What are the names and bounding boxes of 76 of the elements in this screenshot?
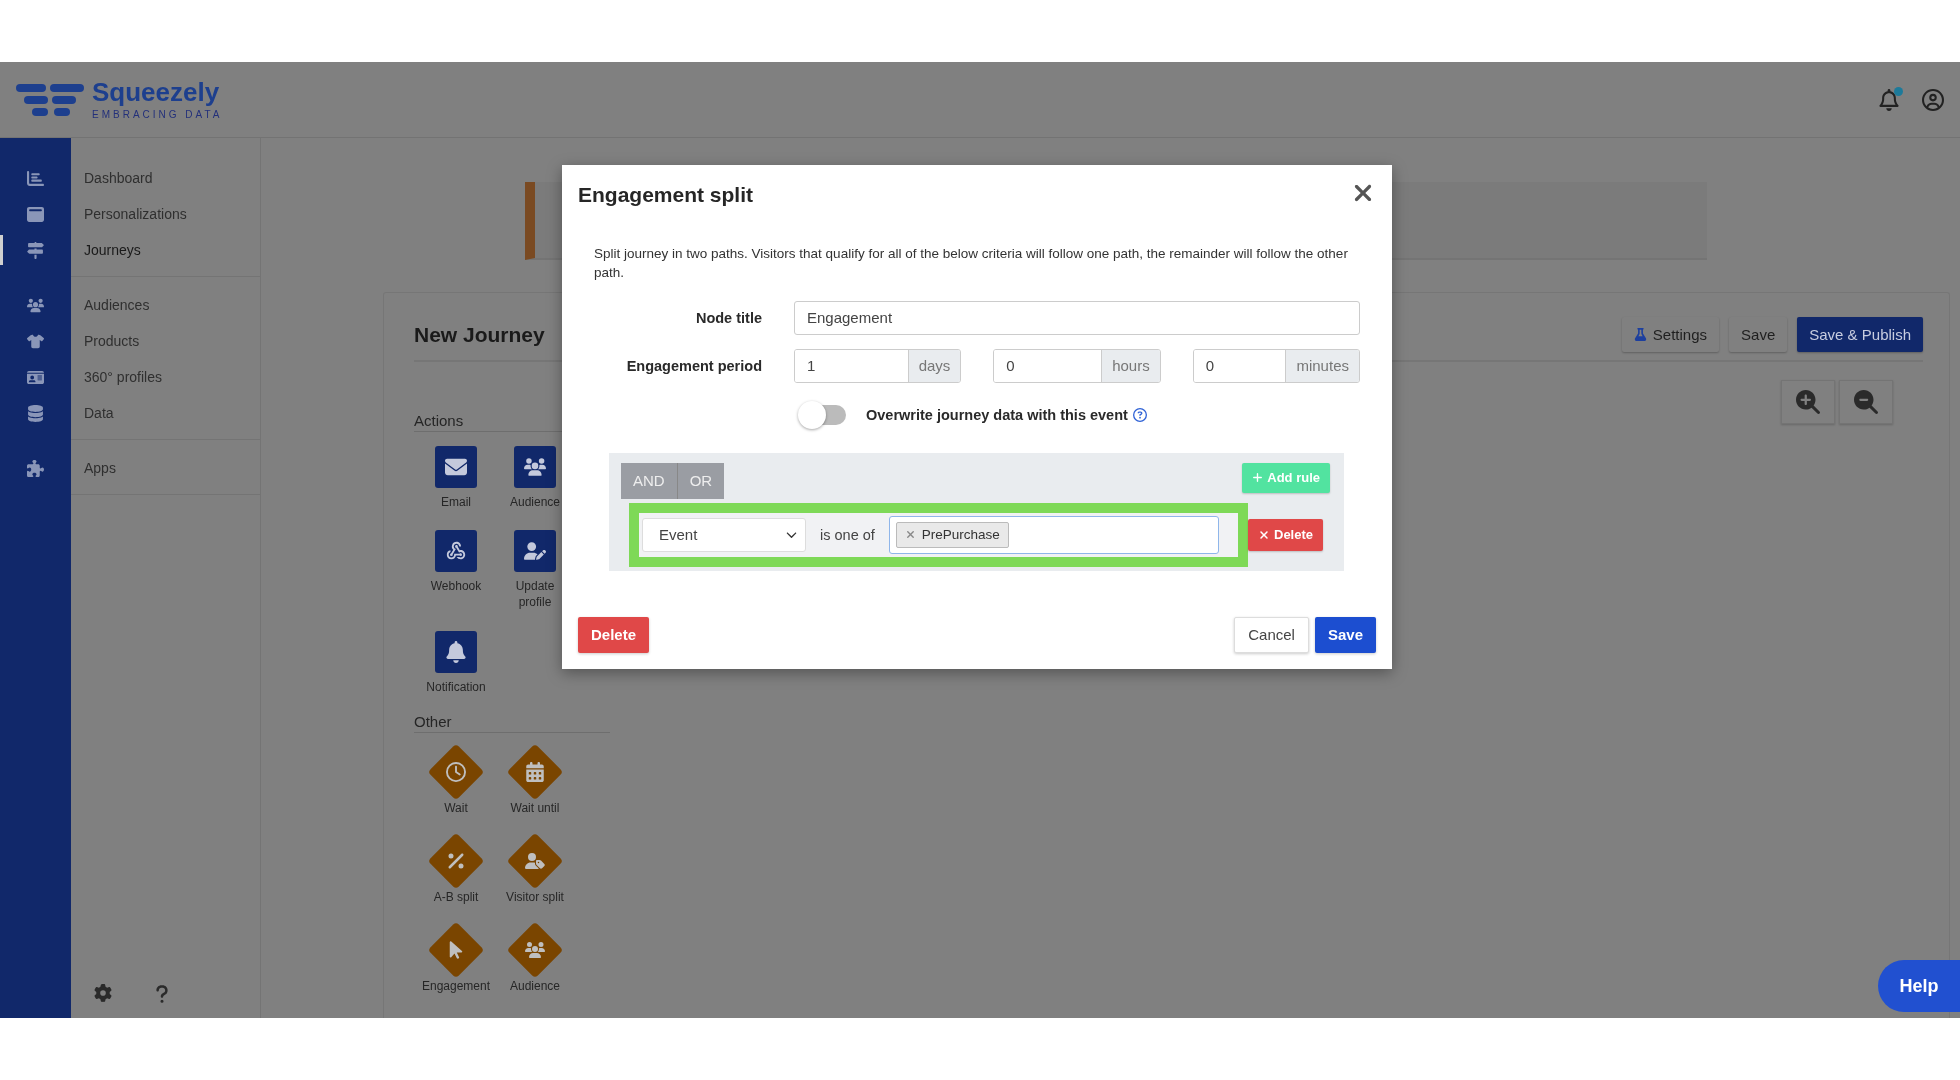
notification-bell-icon[interactable] [1878, 88, 1900, 111]
sidebar-item[interactable]: 360° profiles [71, 359, 260, 395]
delete-rule-button[interactable]: Delete [1248, 518, 1324, 551]
signs-icon[interactable] [27, 241, 44, 259]
field-label: Engagement period [625, 357, 762, 374]
database-icon[interactable] [27, 404, 44, 422]
chevron-down-icon [786, 529, 797, 541]
tile-label: Visitor split [506, 888, 564, 906]
zoom-out-icon [1854, 390, 1878, 414]
unit-label: minutes [1285, 349, 1359, 382]
user-account-icon[interactable] [1922, 88, 1944, 111]
sidebar-item[interactable]: Audiences [71, 287, 260, 323]
delete-button[interactable]: Delete [578, 616, 650, 653]
sidebar-item[interactable]: Products [71, 323, 260, 359]
page-title: New Journey [414, 322, 545, 347]
period-field[interactable]: 0 hours [993, 348, 1161, 383]
tag-chip[interactable]: PrePurchase [895, 521, 1009, 548]
field-select[interactable]: Event [642, 517, 806, 552]
dialog-description: Split journey in two paths. Visitors that qualify for all of the below criteria will follow one path, the remainder will follow the other path. [594, 245, 1349, 282]
close-icon [1258, 528, 1270, 541]
logo-icon [16, 81, 86, 118]
publish-button[interactable]: Save & Publish [1797, 317, 1923, 352]
window-icon[interactable] [27, 205, 44, 223]
zoom-out-button[interactable] [1839, 380, 1893, 424]
tile-label: Audience [509, 494, 560, 511]
dialog-title: Engagement split [578, 183, 754, 207]
tile-label: Email [441, 494, 471, 511]
toggle-label: Overwrite journey data with this event [866, 406, 1128, 423]
tile-label: Webhook [430, 578, 482, 595]
remove-icon[interactable] [904, 529, 916, 541]
help-button[interactable]: Help [1878, 960, 1960, 1012]
sidebar-item[interactable]: Apps [71, 450, 260, 486]
sidebar-item[interactable]: Personalizations [71, 196, 260, 232]
bell-tile-icon[interactable] [435, 630, 477, 673]
tile-label: Wait [444, 799, 468, 816]
settings-icon[interactable] [94, 984, 112, 1002]
email-tile-icon[interactable] [435, 446, 477, 488]
tile-label: Audience [509, 978, 560, 995]
operator-button[interactable]: AND [621, 462, 678, 499]
tile-label: Wait until [510, 799, 560, 816]
flask-icon [1633, 328, 1647, 341]
unit-label: hours [1101, 349, 1160, 382]
plus-icon [1252, 472, 1264, 484]
node-title-input[interactable]: Engagement [794, 300, 1360, 335]
zoom-in-button[interactable] [1781, 380, 1835, 424]
webhook-tile-icon[interactable] [435, 530, 477, 573]
operator-button[interactable]: OR [677, 462, 725, 499]
idcard-icon[interactable] [27, 368, 44, 386]
unit-label: days [907, 349, 961, 382]
help-icon[interactable] [1132, 407, 1147, 422]
tile-label: A-B split [433, 888, 479, 906]
useredit-tile-icon[interactable] [514, 530, 556, 573]
save-button[interactable]: Save [1314, 616, 1376, 653]
palette-heading: Other [414, 712, 610, 733]
users-icon[interactable] [27, 296, 44, 314]
puzzle-icon[interactable] [27, 459, 44, 477]
cancel-button[interactable]: Cancel [1234, 616, 1309, 653]
logo-tagline: EMBRACING DATA [92, 109, 223, 120]
chart-icon[interactable] [27, 169, 44, 187]
users-tile-icon[interactable] [514, 446, 556, 488]
rule-operator: is one of [820, 526, 875, 543]
sidebar-item[interactable]: Dashboard [71, 160, 260, 196]
logo-name: Squeezely [92, 79, 221, 105]
field-label: Node title [694, 309, 762, 326]
period-field[interactable]: 1 days [794, 348, 962, 383]
sidebar-item[interactable]: Journeys [71, 232, 260, 268]
zoom-in-icon [1796, 390, 1820, 414]
period-field[interactable]: 0 minutes [1192, 348, 1360, 383]
tile-label: Notification [426, 678, 486, 695]
shirt-icon[interactable] [27, 332, 44, 350]
tile-label: Update profile [514, 578, 556, 611]
tile-label: Engagement [421, 978, 491, 995]
tag-input[interactable]: PrePurchase [888, 515, 1219, 554]
sidebar-item[interactable]: Data [71, 395, 260, 431]
settings-button[interactable]: Settings [1621, 317, 1720, 352]
save-button[interactable]: Save [1729, 317, 1788, 352]
